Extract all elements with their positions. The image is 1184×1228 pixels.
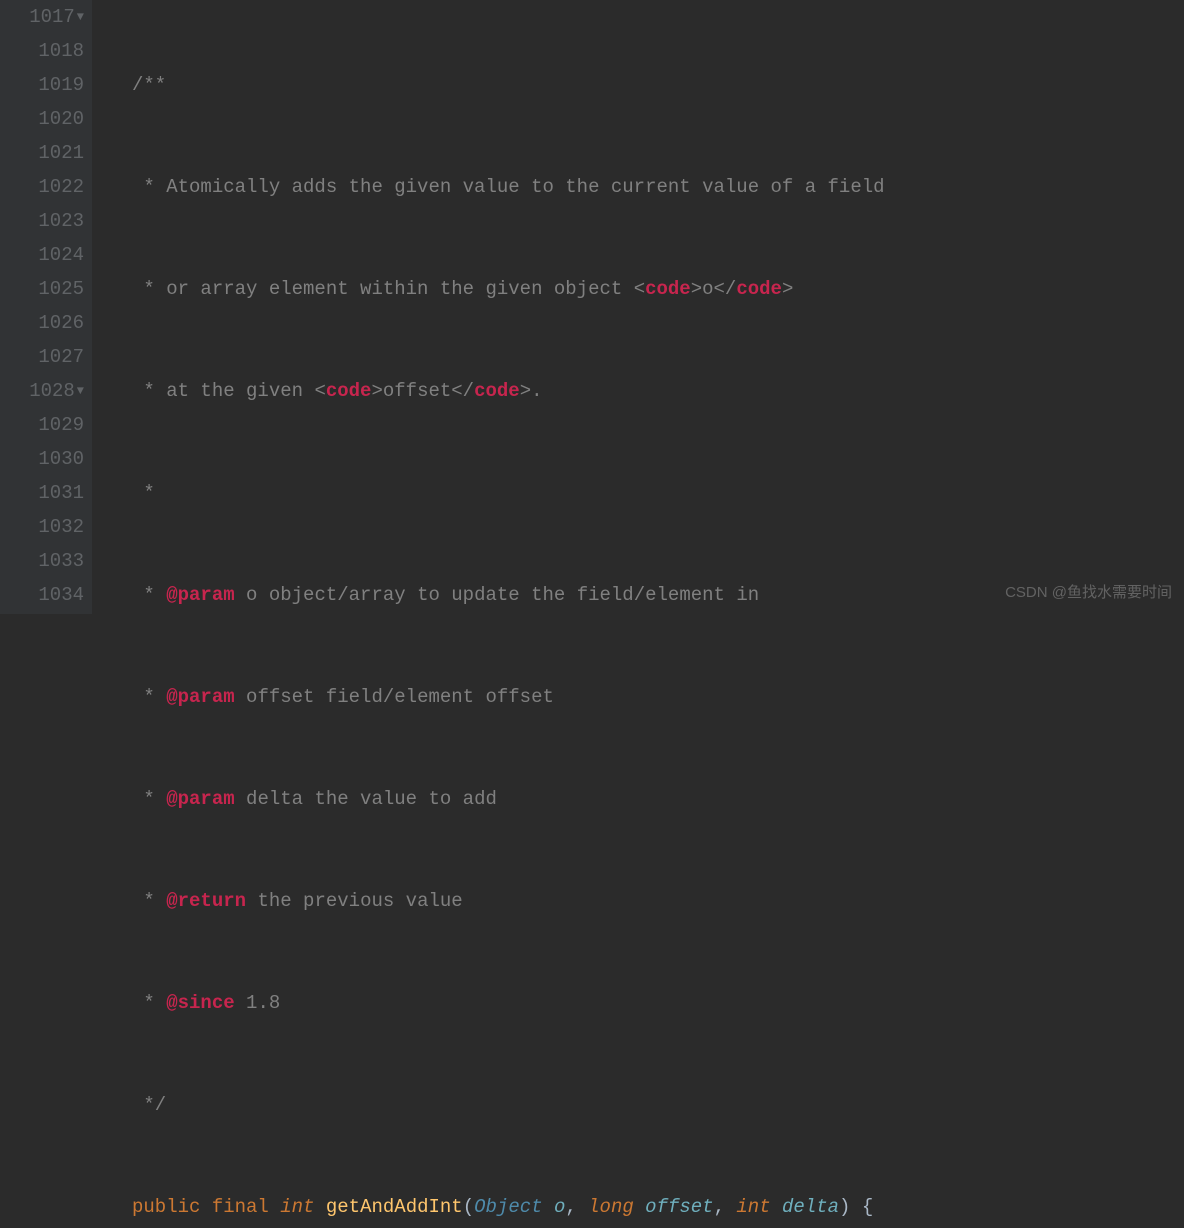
code-line: * @return the previous value <box>132 884 1184 918</box>
line-number: 1022 <box>14 170 84 204</box>
line-number: 1031 <box>14 476 84 510</box>
line-number: 1019 <box>14 68 84 102</box>
code-line: * @param offset field/element offset <box>132 680 1184 714</box>
line-number: 1033 <box>14 544 84 578</box>
code-line: * <box>132 476 1184 510</box>
line-number: 1029 <box>14 408 84 442</box>
line-number-gutter: 1017▼ 1018 1019 1020 1021 1022 1023 1024… <box>0 0 92 614</box>
fold-marker-icon[interactable]: ▼ <box>77 0 84 34</box>
line-number: 1034 <box>14 578 84 612</box>
code-line: * @param delta the value to add <box>132 782 1184 816</box>
code-line: * @since 1.8 <box>132 986 1184 1020</box>
line-number: 1017▼ <box>14 0 84 34</box>
code-line: * or array element within the given obje… <box>132 272 1184 306</box>
code-line: * Atomically adds the given value to the… <box>132 170 1184 204</box>
line-number: 1023 <box>14 204 84 238</box>
code-line: */ <box>132 1088 1184 1122</box>
line-number: 1021 <box>14 136 84 170</box>
line-number: 1032 <box>14 510 84 544</box>
line-number: 1020 <box>14 102 84 136</box>
watermark-text: CSDN @鱼找水需要时间 <box>1005 576 1172 610</box>
line-number: 1030 <box>14 442 84 476</box>
code-line: /** <box>132 68 1184 102</box>
line-number: 1025 <box>14 272 84 306</box>
code-line: * at the given <code>offset</code>. <box>132 374 1184 408</box>
code-content[interactable]: /** * Atomically adds the given value to… <box>92 0 1184 614</box>
line-number: 1024 <box>14 238 84 272</box>
line-number: 1018 <box>14 34 84 68</box>
fold-marker-icon[interactable]: ▼ <box>77 374 84 408</box>
line-number: 1027 <box>14 340 84 374</box>
code-line: public final int getAndAddInt(Object o, … <box>132 1190 1184 1224</box>
line-number: 1026 <box>14 306 84 340</box>
line-number: 1028▼ <box>14 374 84 408</box>
code-editor: 1017▼ 1018 1019 1020 1021 1022 1023 1024… <box>0 0 1184 614</box>
